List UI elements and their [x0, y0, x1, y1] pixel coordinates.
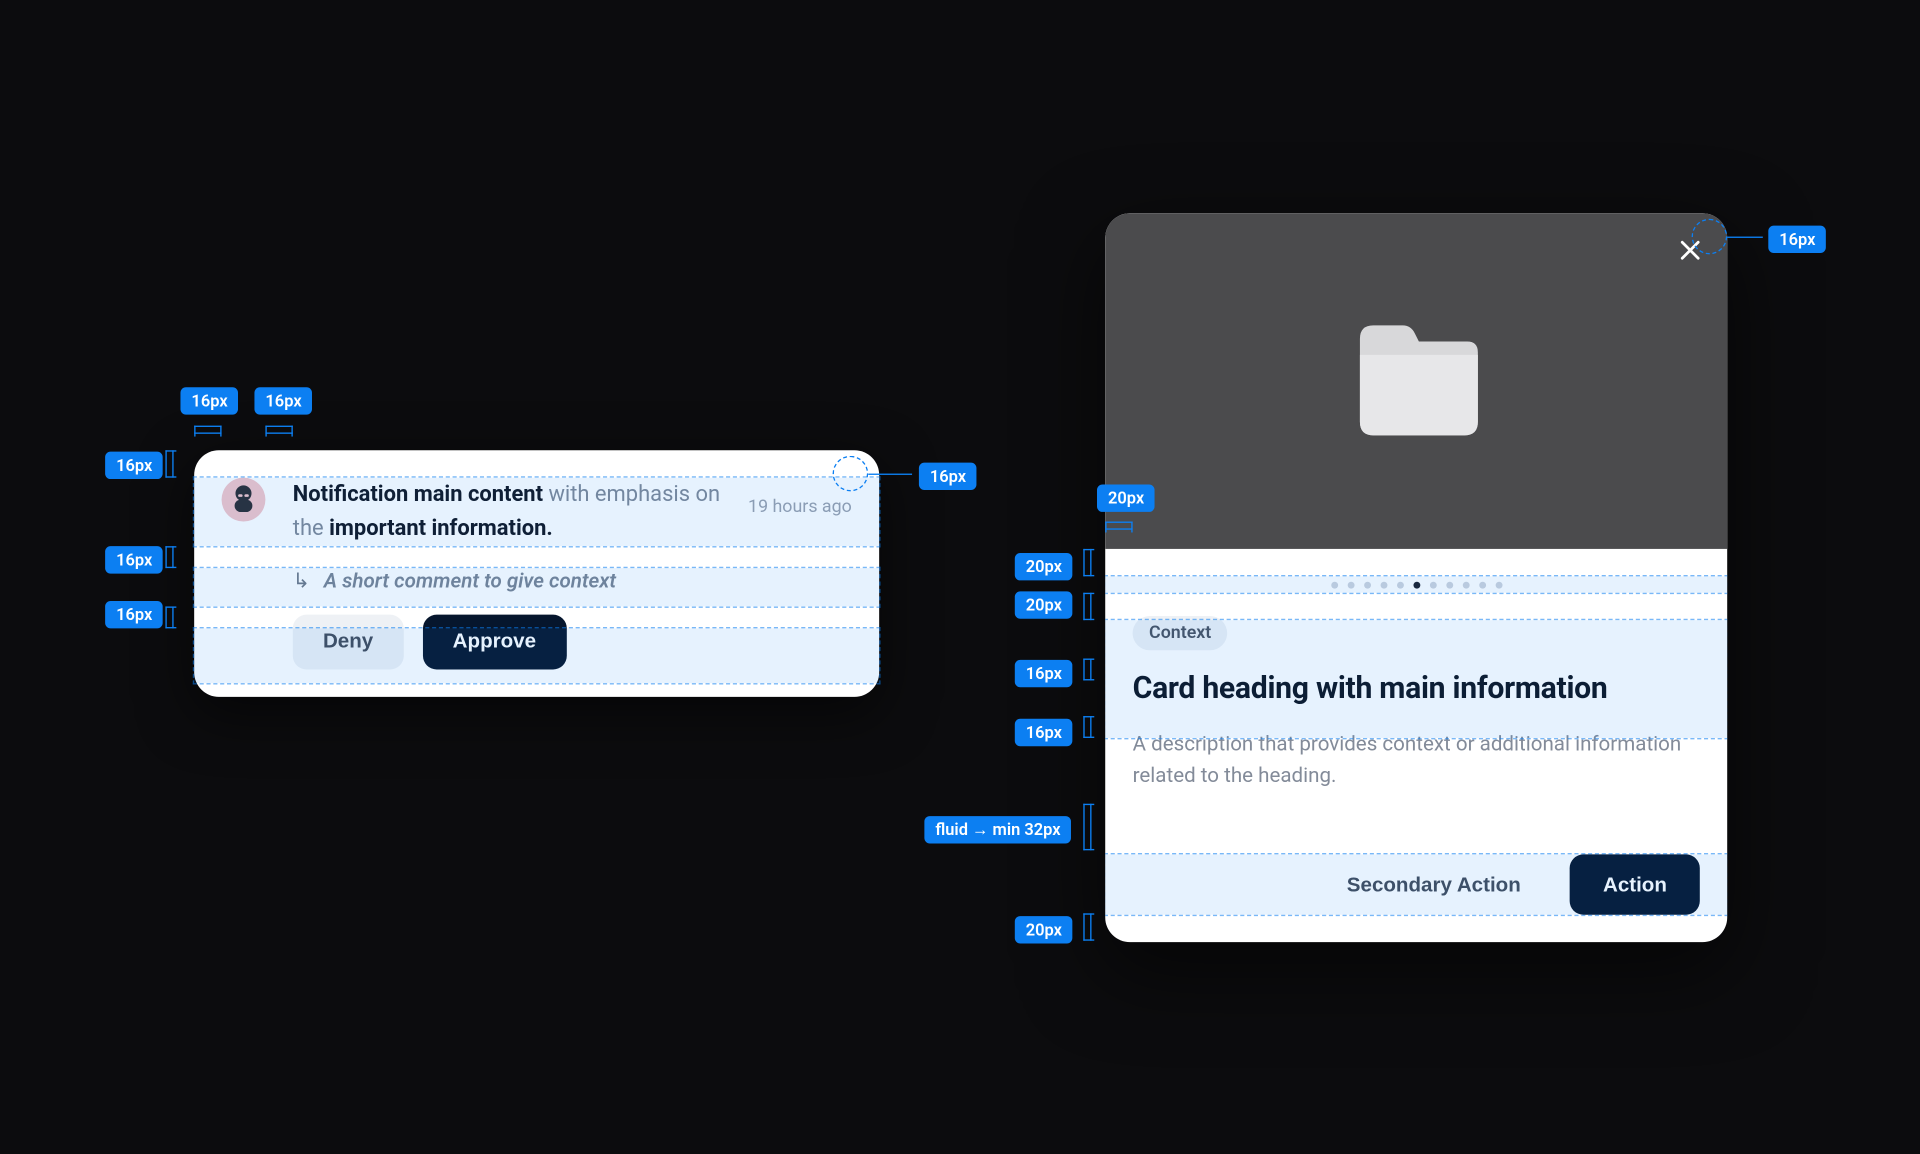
- spec-label: 16px: [105, 601, 163, 628]
- spec-label: 20px: [1097, 485, 1155, 512]
- reply-arrow-icon: ↳: [293, 568, 310, 593]
- secondary-action-button[interactable]: Secondary Action: [1314, 854, 1554, 914]
- spec-measure-bar: [1083, 659, 1091, 681]
- spec-label: 16px: [1768, 226, 1826, 253]
- pagination-dot-active: [1413, 582, 1420, 589]
- spec-label: fluid → min 32px: [924, 816, 1071, 843]
- spec-label: 16px: [180, 387, 238, 414]
- pagination-dots[interactable]: [1133, 576, 1700, 616]
- notification-body: Notification main content with emphasis …: [293, 478, 852, 669]
- notification-timestamp: 19 hours ago: [748, 478, 852, 518]
- spec-measure-bar: [1083, 593, 1091, 620]
- deny-button[interactable]: Deny: [293, 614, 404, 669]
- spec-leader-line: [1727, 237, 1763, 238]
- notification-text: Notification main content with emphasis …: [293, 478, 732, 546]
- context-chip: Context: [1133, 616, 1228, 650]
- spec-measure-bar: [165, 606, 173, 628]
- spec-measure-bar: [1083, 804, 1091, 851]
- spec-label: 20px: [1015, 916, 1073, 943]
- spec-label: 16px: [105, 452, 163, 479]
- spec-label: 16px: [1015, 660, 1073, 687]
- spec-label: 16px: [1015, 719, 1073, 746]
- card-description: A description that provides context or a…: [1133, 728, 1700, 790]
- notification-comment: ↳ A short comment to give context: [293, 568, 852, 593]
- info-card: Context Card heading with main informati…: [1105, 213, 1727, 942]
- spec-measure-bar: [194, 426, 221, 434]
- spec-measure-bar: [1105, 522, 1132, 530]
- spec-label: 20px: [1015, 553, 1073, 580]
- card-heading: Card heading with main information: [1133, 672, 1700, 706]
- spec-label: 16px: [254, 387, 312, 414]
- spec-measure-bar: [1083, 913, 1091, 940]
- avatar-face-icon: [226, 482, 262, 518]
- close-icon: [1677, 237, 1704, 264]
- spec-measure-bar: [265, 426, 292, 434]
- card-content: Context Card heading with main informati…: [1105, 549, 1727, 942]
- spec-label: 16px: [105, 546, 163, 573]
- spec-measure-bar: [1083, 716, 1091, 738]
- spec-label: 16px: [919, 463, 977, 490]
- spec-measure-bar: [1083, 549, 1091, 576]
- card-hero: [1105, 213, 1727, 549]
- folder-icon: [1349, 317, 1483, 446]
- approve-button[interactable]: Approve: [423, 614, 567, 669]
- spec-leader-line: [868, 474, 912, 475]
- spec-label: 20px: [1015, 591, 1073, 618]
- spec-measure-bar: [165, 450, 173, 477]
- close-button[interactable]: [1672, 232, 1708, 268]
- notification-card: Notification main content with emphasis …: [194, 450, 879, 696]
- spec-measure-bar: [165, 546, 173, 568]
- avatar: [222, 478, 266, 522]
- primary-action-button[interactable]: Action: [1570, 854, 1700, 914]
